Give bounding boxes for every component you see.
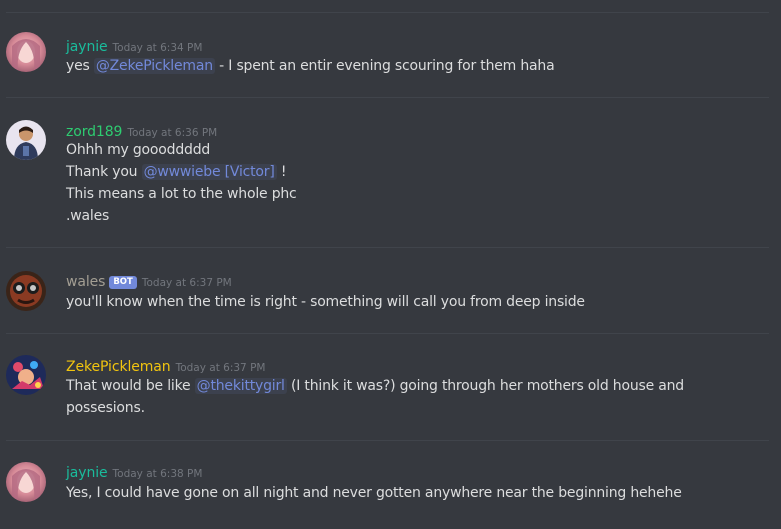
- avatar[interactable]: [6, 355, 46, 395]
- message-line: .wales: [66, 208, 110, 224]
- avatar[interactable]: [6, 271, 46, 311]
- message-line: Thank you @wwwiebe [Victor] !: [66, 161, 767, 183]
- message-header: ZekePickleman Today at 6:37 PM: [66, 356, 265, 376]
- message-divider: [6, 97, 769, 98]
- message-divider: [6, 12, 769, 13]
- timestamp: Today at 6:37 PM: [141, 277, 232, 289]
- message-content: you'll know when the time is right - som…: [66, 291, 767, 313]
- message-content: Yes, I could have gone on all night and …: [66, 482, 767, 504]
- message-header: zord189 Today at 6:36 PM: [66, 121, 217, 141]
- message-text: Thank you: [66, 164, 142, 180]
- message-line: Yes, I could have gone on all night and …: [66, 485, 682, 501]
- message-divider: [6, 247, 769, 248]
- bot-tag: BOT: [109, 276, 137, 289]
- message-header: jaynie Today at 6:34 PM: [66, 36, 202, 56]
- message-content: yes @ZekePickleman - I spent an entir ev…: [66, 55, 767, 77]
- avatar-wales-icon: [6, 271, 46, 311]
- message-content: That would be like @thekittygirl (I thin…: [66, 375, 767, 419]
- message-header: jaynie Today at 6:38 PM: [66, 462, 202, 482]
- chat-messages: jaynie Today at 6:34 PM yes @ZekePicklema…: [0, 0, 781, 529]
- timestamp: Today at 6:34 PM: [112, 42, 203, 54]
- username[interactable]: jaynie: [66, 465, 108, 481]
- timestamp: Today at 6:37 PM: [175, 362, 266, 374]
- user-mention[interactable]: @ZekePickleman: [93, 58, 215, 74]
- username[interactable]: ZekePickleman: [66, 359, 171, 375]
- username[interactable]: jaynie: [66, 39, 108, 55]
- avatar[interactable]: [6, 462, 46, 502]
- message-divider: [6, 333, 769, 334]
- avatar-zord189-icon: [6, 120, 46, 160]
- avatar[interactable]: [6, 120, 46, 160]
- message-text: !: [276, 164, 287, 180]
- message-line: yes @ZekePickleman - I spent an entir ev…: [66, 55, 767, 77]
- message-text: That would be like: [66, 378, 195, 394]
- message-line: That would be like @thekittygirl (I thin…: [66, 375, 767, 397]
- message-text: (I think it was?) going through her moth…: [286, 378, 684, 394]
- message-line: possesions.: [66, 400, 145, 416]
- message-divider: [6, 440, 769, 441]
- avatar[interactable]: [6, 32, 46, 72]
- username[interactable]: zord189: [66, 124, 122, 140]
- timestamp: Today at 6:38 PM: [112, 468, 203, 480]
- user-mention[interactable]: @thekittygirl: [194, 378, 287, 394]
- username[interactable]: wales: [66, 274, 105, 290]
- avatar-jaynie-icon: [6, 462, 46, 502]
- avatar-jaynie-icon: [6, 32, 46, 72]
- message-text: - I spent an entir evening scouring for …: [214, 58, 555, 74]
- user-mention[interactable]: @wwwiebe [Victor]: [141, 164, 277, 180]
- message-header: wales BOT Today at 6:37 PM: [66, 271, 232, 291]
- timestamp: Today at 6:36 PM: [127, 127, 218, 139]
- message-line: This means a lot to the whole phc: [66, 186, 297, 202]
- avatar-zekepickleman-icon: [6, 355, 46, 395]
- message-content: Ohhh my goooddddd Thank you @wwwiebe [Vi…: [66, 139, 767, 227]
- message-text: yes: [66, 58, 94, 74]
- message-line: you'll know when the time is right - som…: [66, 294, 585, 310]
- message-line: Ohhh my goooddddd: [66, 142, 211, 158]
